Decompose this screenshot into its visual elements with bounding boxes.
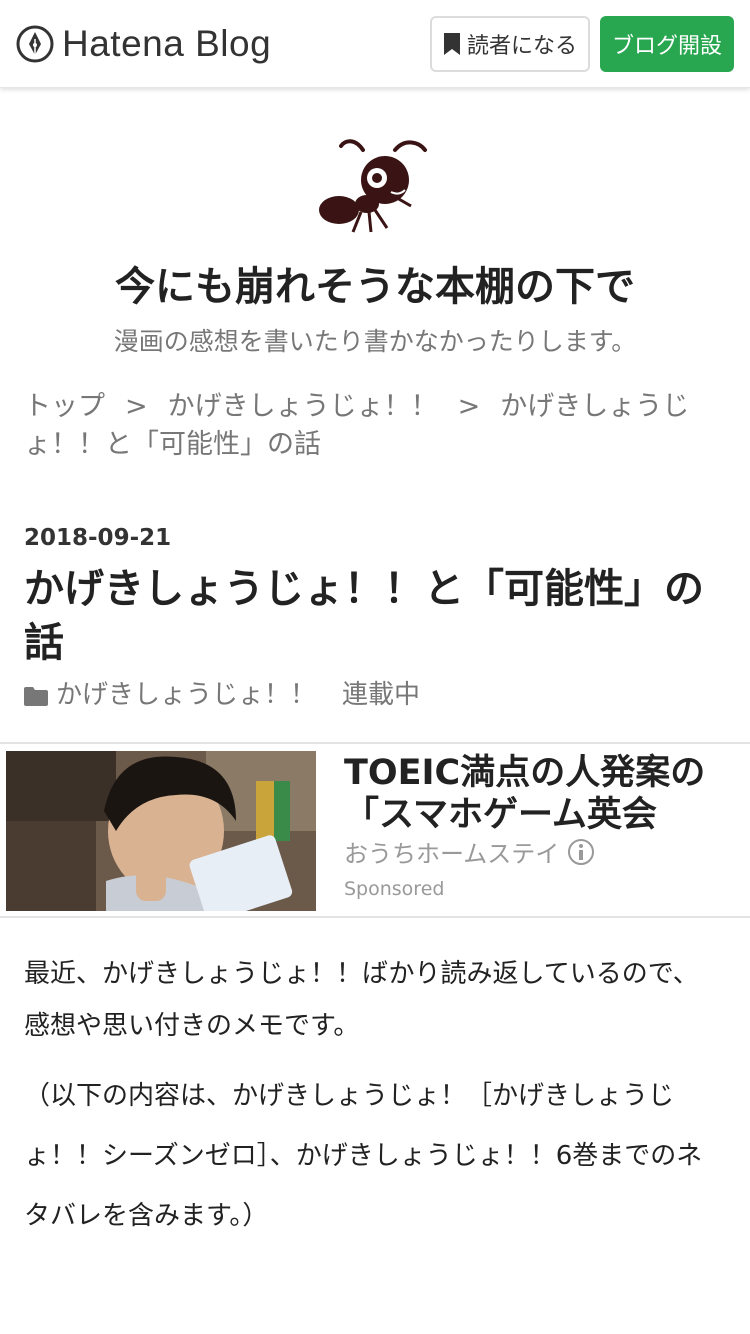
- body-paragraph: 最近、かげきしょうじょ！！ばかり読み返しているので、感想や思い付きのメモです。: [24, 959, 699, 1041]
- ad-source: おうちホームステイ: [344, 834, 595, 869]
- hatena-blog-logo[interactable]: Hatena Blog: [16, 22, 271, 66]
- logo-text: Hatena Blog: [62, 23, 272, 64]
- ad-title[interactable]: TOEIC満点の人発案の「スマホゲーム英会: [344, 752, 744, 836]
- category-link[interactable]: 連載中: [342, 674, 420, 711]
- ad-image[interactable]: [6, 751, 316, 911]
- body-paragraph: （以下の内容は、かげきしょうじょ！［かげきしょうじょ！！シーズンゼロ］、かげきし…: [24, 1081, 703, 1231]
- blog-description: 漫画の感想を書いたり書かなかったりします。: [113, 327, 637, 356]
- breadcrumb-item-category[interactable]: かげきしょうじょ！！: [168, 391, 438, 422]
- subscribe-label: 読者になる: [466, 34, 577, 59]
- top-bar: Hatena Blog 読者になる ブログ開設: [0, 0, 750, 88]
- blog-title[interactable]: 今にも崩れそうな本棚の下で: [0, 254, 750, 312]
- sponsored-ad[interactable]: TOEIC満点の人発案の「スマホゲーム英会 おうちホームステイ Sponsore…: [0, 742, 750, 918]
- breadcrumb: トップ > かげきしょうじょ！！ > かげきしょうじょ！！と「可能性」の話: [24, 388, 714, 464]
- pen-nib-icon: [16, 25, 54, 63]
- entry-categories: かげきしょうじょ！！ 連載中: [24, 674, 420, 711]
- breadcrumb-separator: >: [457, 391, 481, 422]
- bookmark-icon: [443, 32, 461, 56]
- open-blog-button[interactable]: ブログ開設: [600, 16, 734, 72]
- folder-icon: [24, 683, 48, 706]
- breadcrumb-separator: >: [125, 391, 148, 422]
- sponsored-label: Sponsored: [344, 878, 445, 900]
- entry-date[interactable]: 2018-09-21: [24, 525, 171, 551]
- blog-mascot-icon: [315, 136, 430, 236]
- category-link[interactable]: かげきしょうじょ！！: [56, 674, 316, 711]
- entry-title[interactable]: かげきしょうじょ！！と「可能性」の話: [24, 562, 724, 670]
- entry-body: 最近、かげきしょうじょ！！ばかり読み返しているので、感想や思い付きのメモです。 …: [24, 948, 724, 1260]
- ad-source-label: おうちホームステイ: [344, 840, 560, 868]
- subscribe-button[interactable]: 読者になる: [430, 16, 590, 72]
- breadcrumb-item-top[interactable]: トップ: [24, 391, 105, 422]
- info-icon[interactable]: [567, 838, 595, 866]
